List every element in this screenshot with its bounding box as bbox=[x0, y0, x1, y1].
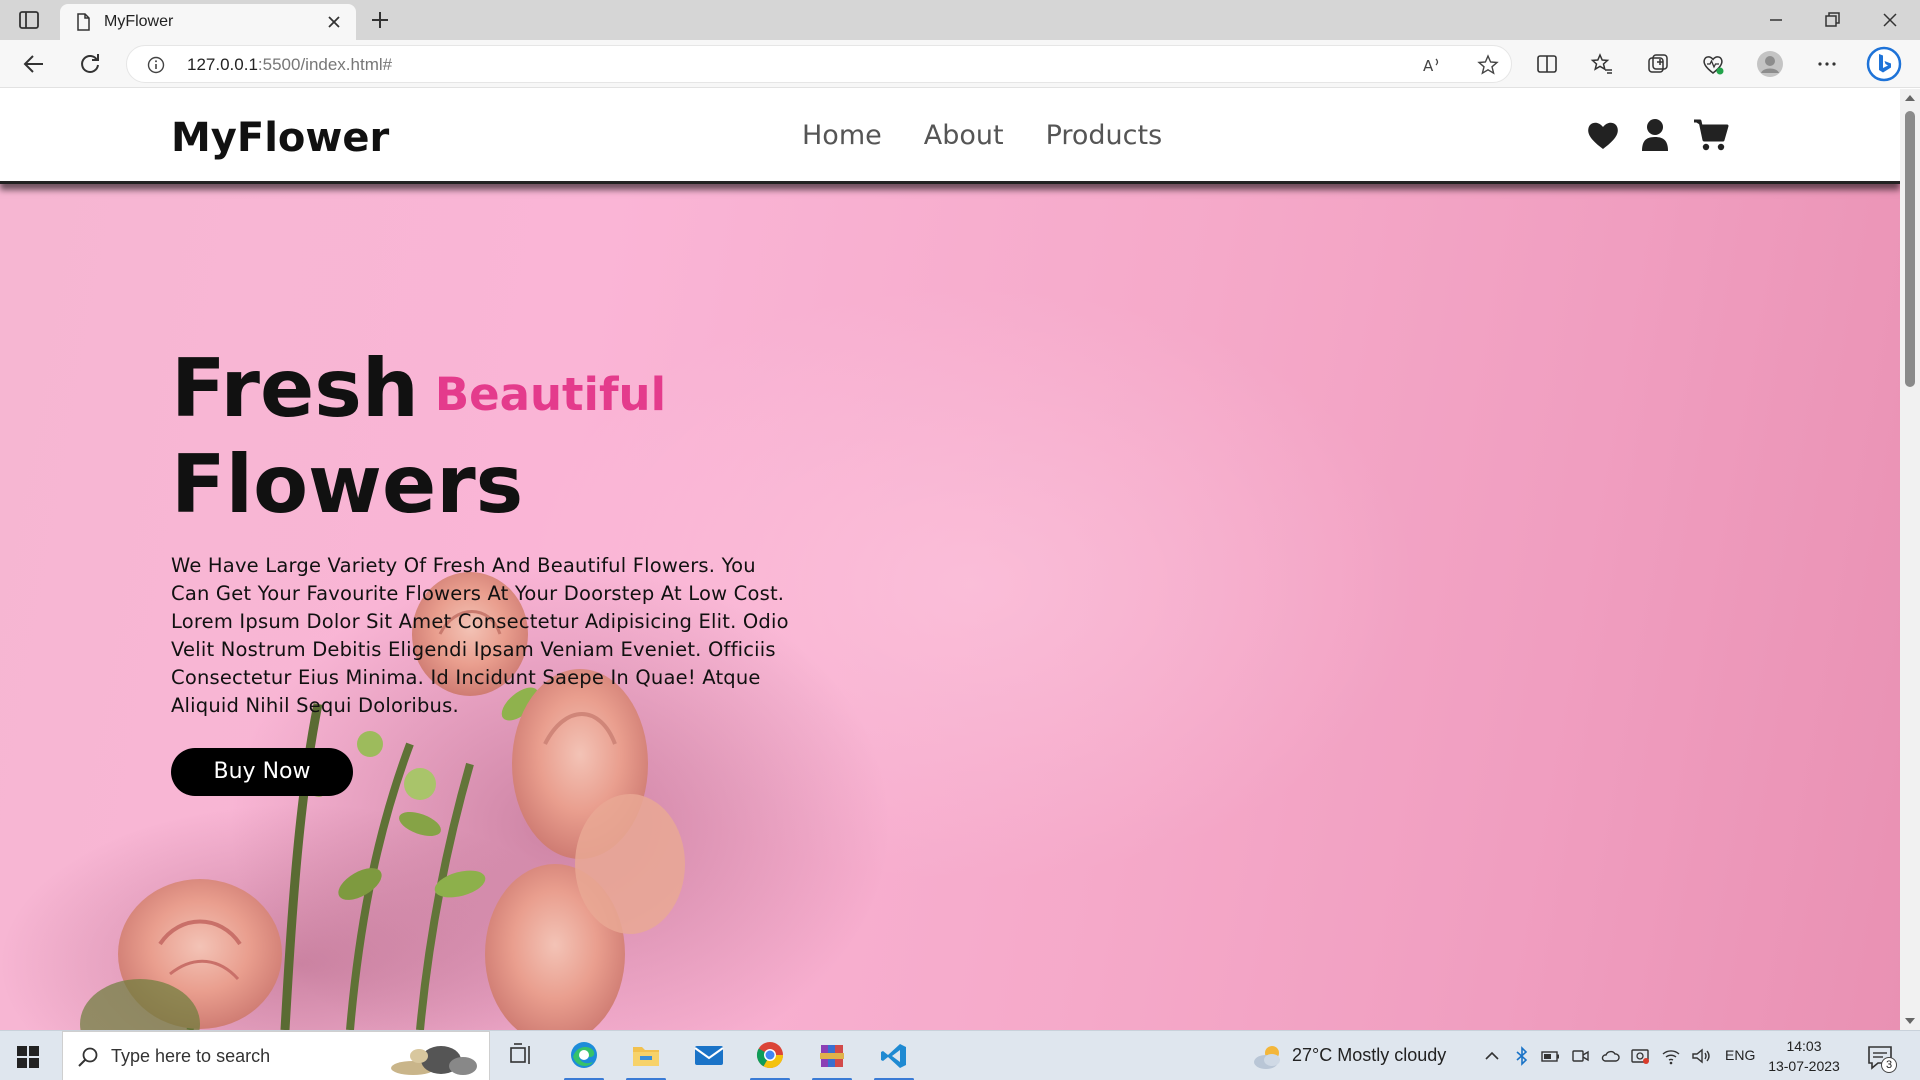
clock-date: 13-07-2023 bbox=[1768, 1058, 1840, 1074]
page-favicon-icon bbox=[77, 13, 90, 31]
heart-icon[interactable] bbox=[1586, 118, 1620, 152]
taskbar-weather[interactable]: 27°C Mostly cloudy bbox=[1252, 1043, 1446, 1071]
read-aloud-icon[interactable]: A bbox=[1421, 54, 1443, 76]
windows-taskbar: Type here to search 27°C Mostly cloudy E… bbox=[0, 1030, 1920, 1080]
back-arrow-icon[interactable] bbox=[21, 51, 47, 77]
hero-title-fresh: Fresh bbox=[171, 342, 419, 435]
browser-address-bar: 127.0.0.1:5500/index.html# A bbox=[0, 40, 1920, 88]
collections-icon[interactable] bbox=[1646, 52, 1670, 76]
browser-tab[interactable]: MyFlower bbox=[60, 4, 356, 40]
url-host: 127.0.0.1 bbox=[187, 55, 258, 74]
taskbar-mail[interactable] bbox=[680, 1031, 736, 1080]
windows-start-icon[interactable] bbox=[16, 1045, 40, 1069]
volume-icon[interactable] bbox=[1691, 1046, 1711, 1066]
meet-now-icon[interactable] bbox=[1570, 1046, 1590, 1066]
hero-title-accent: Beautiful bbox=[434, 368, 667, 421]
favorite-star-icon[interactable] bbox=[1477, 54, 1499, 76]
taskbar-winrar[interactable] bbox=[804, 1031, 860, 1080]
hero-title: Fresh Beautiful Flowers bbox=[171, 344, 811, 530]
scroll-down-arrow-icon[interactable] bbox=[1904, 1016, 1916, 1026]
taskbar-vscode[interactable] bbox=[866, 1031, 922, 1080]
tab-actions-icon[interactable] bbox=[18, 10, 42, 30]
browser-tab-bar: MyFlower bbox=[0, 0, 1920, 40]
minimize-window-icon[interactable] bbox=[1764, 8, 1788, 32]
scroll-up-arrow-icon[interactable] bbox=[1904, 93, 1916, 103]
taskbar-task-view[interactable] bbox=[494, 1031, 550, 1080]
hero-content: Fresh Beautiful Flowers We Have Large Var… bbox=[171, 344, 811, 796]
site-info-icon[interactable] bbox=[147, 56, 165, 74]
site-header: MyFlower Home About Products bbox=[0, 89, 1900, 184]
bluetooth-icon[interactable] bbox=[1512, 1046, 1532, 1066]
svg-text:A: A bbox=[1423, 57, 1434, 75]
profile-avatar-icon[interactable] bbox=[1756, 50, 1784, 78]
tab-title: MyFlower bbox=[104, 13, 174, 30]
more-options-icon[interactable] bbox=[1815, 52, 1839, 76]
nav-about-link[interactable]: About bbox=[924, 120, 1004, 151]
winrar-icon bbox=[820, 1045, 844, 1067]
url-path: :5500/index.html# bbox=[257, 55, 393, 74]
file-explorer-icon bbox=[633, 1047, 659, 1066]
scroll-thumb[interactable] bbox=[1905, 111, 1915, 387]
nav-home-link[interactable]: Home bbox=[802, 120, 882, 151]
cloudy-weather-icon bbox=[1254, 1046, 1280, 1069]
close-window-icon[interactable] bbox=[1878, 8, 1902, 32]
restore-window-icon[interactable] bbox=[1820, 8, 1844, 32]
hero-section: Fresh Beautiful Flowers We Have Large Var… bbox=[0, 184, 1900, 1030]
nav-products-link[interactable]: Products bbox=[1046, 120, 1163, 151]
taskbar-search-box[interactable]: Type here to search bbox=[62, 1031, 490, 1080]
browser-essentials-icon[interactable] bbox=[1701, 52, 1725, 76]
favorites-icon[interactable] bbox=[1590, 52, 1614, 76]
main-nav: Home About Products bbox=[802, 120, 1162, 151]
weather-text: 27°C Mostly cloudy bbox=[1292, 1045, 1447, 1065]
wifi-icon[interactable] bbox=[1661, 1046, 1681, 1066]
hero-description: We Have Large Variety Of Fresh And Beaut… bbox=[171, 554, 789, 717]
bing-copilot-icon[interactable] bbox=[1866, 46, 1902, 82]
search-highlight-stones-icon bbox=[391, 1046, 477, 1075]
user-icon[interactable] bbox=[1641, 118, 1669, 152]
hero-title-flowers: Flowers bbox=[171, 438, 524, 531]
web-page: MyFlower Home About Products Fresh Beaut… bbox=[0, 89, 1900, 1030]
taskbar-edge[interactable] bbox=[556, 1031, 612, 1080]
site-logo[interactable]: MyFlower bbox=[171, 115, 389, 161]
url-text: 127.0.0.1:5500/index.html# bbox=[187, 55, 392, 75]
taskbar-clock[interactable]: 14:03 13-07-2023 bbox=[1762, 1036, 1846, 1076]
task-view-icon bbox=[510, 1043, 530, 1064]
edge-browser-icon bbox=[571, 1042, 597, 1068]
vscode-icon bbox=[881, 1044, 906, 1068]
search-icon bbox=[78, 1047, 98, 1067]
chrome-browser-icon bbox=[756, 1042, 784, 1069]
taskbar-chrome[interactable] bbox=[742, 1031, 798, 1080]
cart-icon[interactable] bbox=[1693, 118, 1729, 152]
clock-time: 14:03 bbox=[1786, 1038, 1822, 1054]
notification-count-badge: 3 bbox=[1881, 1057, 1897, 1073]
battery-saver-icon[interactable] bbox=[1540, 1046, 1560, 1066]
buy-now-button[interactable]: Buy Now bbox=[171, 748, 353, 796]
new-tab-icon[interactable] bbox=[368, 8, 392, 32]
onedrive-cloud-icon[interactable] bbox=[1600, 1046, 1620, 1066]
input-language-indicator[interactable]: ENG bbox=[1725, 1047, 1755, 1063]
page-scrollbar[interactable] bbox=[1900, 89, 1920, 1030]
refresh-icon[interactable] bbox=[77, 51, 103, 77]
search-placeholder: Type here to search bbox=[111, 1046, 271, 1066]
split-screen-icon[interactable] bbox=[1535, 52, 1559, 76]
taskbar-file-explorer[interactable] bbox=[618, 1031, 674, 1080]
close-tab-icon[interactable] bbox=[324, 12, 344, 32]
url-field[interactable]: 127.0.0.1:5500/index.html# A bbox=[126, 45, 1512, 83]
show-hidden-icons-chevron-icon[interactable] bbox=[1482, 1046, 1502, 1066]
security-update-icon[interactable] bbox=[1630, 1046, 1650, 1066]
mail-icon bbox=[694, 1046, 724, 1065]
